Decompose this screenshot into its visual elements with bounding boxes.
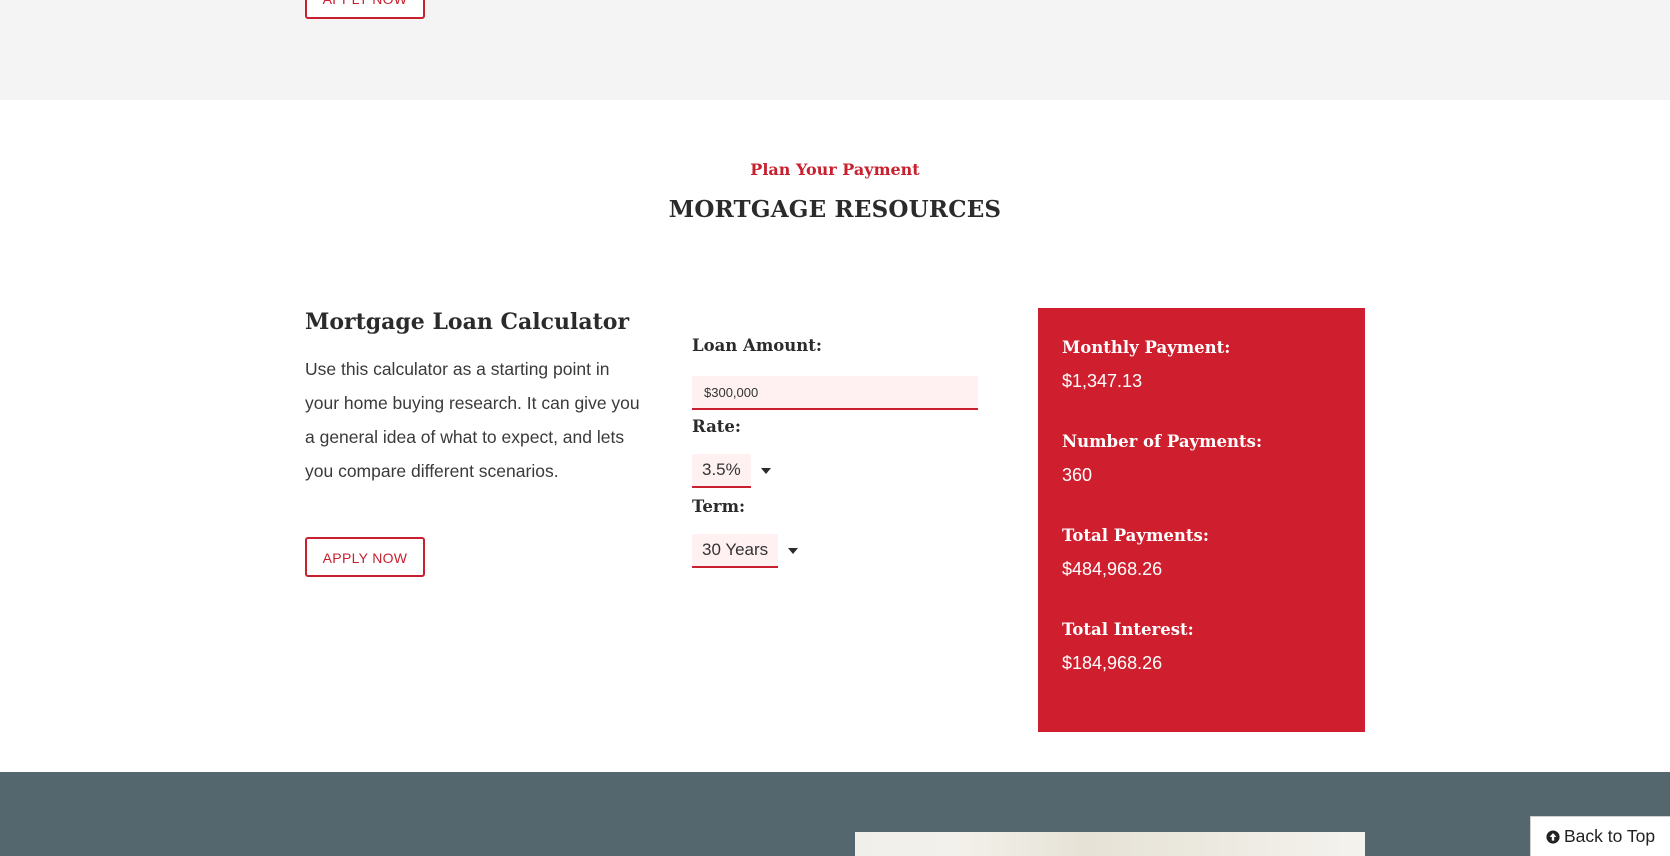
- total-payments-value: $484,968.26: [1062, 559, 1163, 579]
- total-payments-label: Total Payments:: [1062, 526, 1209, 545]
- total-interest-label: Total Interest:: [1062, 620, 1194, 639]
- rate-select[interactable]: 3.5%: [692, 454, 771, 488]
- term-select-value[interactable]: 30 Years: [692, 534, 779, 568]
- chevron-down-icon[interactable]: [760, 468, 771, 474]
- calculator-description: Use this calculator as a starting point …: [305, 359, 640, 481]
- section-title: MORTGAGE RESOURCES: [668, 196, 1002, 223]
- rate-select-value[interactable]: 3.5%: [692, 454, 751, 488]
- rate-label: Rate:: [692, 417, 741, 436]
- back-to-top-label[interactable]: Back to Top: [1564, 826, 1655, 847]
- term-label: Term:: [692, 497, 746, 516]
- total-payments-result: Total Payments: $484,968.26: [1062, 526, 1209, 580]
- number-of-payments-value: 360: [1062, 465, 1093, 485]
- loan-amount-label: Loan Amount:: [692, 336, 823, 355]
- apply-now-button[interactable]: APPLY NOW: [305, 537, 425, 577]
- term-select[interactable]: 30 Years: [692, 534, 799, 568]
- number-of-payments-result: Number of Payments: 360: [1062, 432, 1262, 486]
- back-to-top-button[interactable]: Back to Top: [1530, 816, 1670, 856]
- calculator-title: Mortgage Loan Calculator: [305, 309, 630, 335]
- monthly-payment-label: Monthly Payment:: [1062, 338, 1231, 357]
- number-of-payments-label: Number of Payments:: [1062, 432, 1263, 451]
- section-eyebrow: Plan Your Payment: [750, 160, 920, 179]
- monthly-payment-result: Monthly Payment: $1,347.13: [1062, 338, 1230, 392]
- apply-now-button-top[interactable]: APPLY NOW: [305, 0, 425, 19]
- total-interest-result: Total Interest: $184,968.26: [1062, 620, 1194, 674]
- chevron-down-icon[interactable]: [788, 548, 799, 554]
- arrow-circle-up-icon[interactable]: [1546, 829, 1560, 844]
- section-photo: [855, 832, 1365, 856]
- previous-section-band: APPLY NOW: [0, 0, 1670, 100]
- monthly-payment-value: $1,347.13: [1062, 371, 1143, 391]
- total-interest-value: $184,968.26: [1062, 653, 1163, 673]
- loan-amount-input[interactable]: [692, 376, 978, 410]
- next-section-band: [0, 772, 1670, 856]
- results-panel: Monthly Payment: $1,347.13 Number of Pay…: [1038, 308, 1365, 732]
